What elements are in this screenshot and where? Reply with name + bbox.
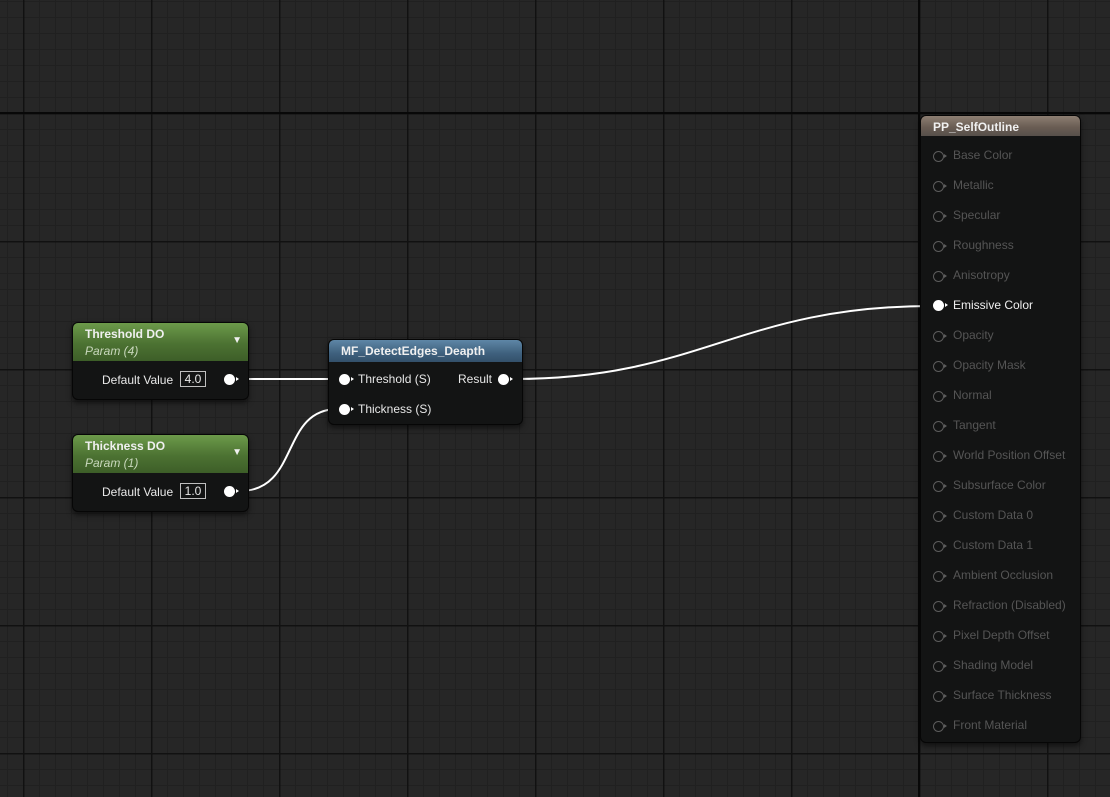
node-header[interactable]: Thickness DO Param (1) ▼	[73, 435, 248, 473]
wire-thickness[interactable]	[239, 408, 339, 492]
node-header[interactable]: Threshold DO Param (4) ▼	[73, 323, 248, 361]
input-label-thickness: Thickness (S)	[358, 402, 432, 416]
input-pin-icon[interactable]	[933, 451, 947, 462]
default-value-row: Default Value 1.0	[73, 473, 248, 511]
input-pin-icon[interactable]	[933, 241, 947, 252]
input-pin-threshold-icon[interactable]	[339, 374, 354, 385]
material-pin-label: Custom Data 1	[953, 538, 1034, 552]
material-result-node[interactable]: PP_SelfOutline Base Color Metallic Specula…	[920, 115, 1081, 743]
input-pin-icon[interactable]	[933, 271, 947, 282]
input-pin-icon[interactable]	[933, 541, 947, 552]
wire-result[interactable]	[513, 305, 933, 380]
material-pin-label: Normal	[953, 388, 992, 402]
output-label-result: Result	[458, 372, 493, 386]
node-subtitle: Param (1)	[85, 456, 139, 470]
material-pin-label: Opacity	[953, 328, 994, 342]
threshold-param-node[interactable]: Threshold DO Param (4) ▼ Default Value 4…	[72, 322, 249, 400]
material-pin-label: Anisotropy	[953, 268, 1010, 282]
input-pin-icon[interactable]	[933, 421, 947, 432]
chevron-down-icon[interactable]: ▼	[232, 447, 242, 458]
material-pin-label: Emissive Color	[953, 298, 1034, 312]
material-pin-label: Opacity Mask	[953, 358, 1026, 372]
node-subtitle: Param (4)	[85, 344, 139, 358]
default-value-field[interactable]: 4.0	[180, 371, 206, 387]
input-pin-icon[interactable]	[933, 721, 947, 732]
node-title: Threshold DO	[85, 327, 165, 341]
function-node-detect-edges[interactable]: MF_DetectEdges_Deapth Threshold (S) Resu…	[328, 339, 523, 425]
material-pin-label: Roughness	[953, 238, 1014, 252]
node-header[interactable]: PP_SelfOutline	[921, 116, 1080, 136]
input-pin-icon[interactable]	[933, 571, 947, 582]
default-value-field[interactable]: 1.0	[180, 483, 206, 499]
input-pin-icon[interactable]	[933, 691, 947, 702]
input-pin-icon[interactable]	[933, 331, 947, 342]
input-pin-icon[interactable]	[933, 181, 947, 192]
input-pin-icon[interactable]	[933, 511, 947, 522]
thickness-param-node[interactable]: Thickness DO Param (1) ▼ Default Value 1…	[72, 434, 249, 512]
material-pin-label: Base Color	[953, 148, 1013, 162]
output-pin-icon[interactable]	[224, 374, 239, 385]
output-pin-icon[interactable]	[224, 486, 239, 497]
output-pin-result-icon[interactable]	[498, 374, 513, 385]
input-pin-icon[interactable]	[933, 661, 947, 672]
material-pin-label: Surface Thickness	[953, 688, 1052, 702]
input-pin-icon[interactable]	[933, 361, 947, 372]
material-pin-label: Subsurface Color	[953, 478, 1046, 492]
node-header[interactable]: MF_DetectEdges_Deapth	[329, 340, 522, 362]
material-pin-label: Ambient Occlusion	[953, 568, 1054, 582]
input-pin-thickness-icon[interactable]	[339, 404, 354, 415]
node-title: MF_DetectEdges_Deapth	[341, 344, 486, 358]
input-pin-icon[interactable]	[933, 481, 947, 492]
node-title: Thickness DO	[85, 439, 166, 453]
input-pin-icon[interactable]	[933, 211, 947, 222]
default-value-row: Default Value 4.0	[73, 361, 248, 399]
input-label-threshold: Threshold (S)	[358, 372, 431, 386]
material-pin-label: World Position Offset	[953, 448, 1066, 462]
material-pin-label: Front Material	[953, 718, 1028, 732]
material-pin-label: Metallic	[953, 178, 994, 192]
material-pin-label: Refraction (Disabled)	[953, 598, 1066, 612]
grid-axis-horizontal	[0, 112, 1110, 114]
input-pin-icon[interactable]	[933, 391, 947, 402]
input-pin-icon[interactable]	[933, 631, 947, 642]
node-title: PP_SelfOutline	[933, 120, 1020, 134]
input-pin-icon[interactable]	[933, 601, 947, 612]
material-pin-label: Shading Model	[953, 658, 1034, 672]
material-pin-label: Custom Data 0	[953, 508, 1034, 522]
material-pin-label: Pixel Depth Offset	[953, 628, 1050, 642]
chevron-down-icon[interactable]: ▼	[232, 335, 242, 346]
input-pin-icon[interactable]	[933, 300, 948, 311]
default-value-label: Default Value	[102, 373, 174, 387]
default-value-label: Default Value	[102, 485, 174, 499]
material-pin-label: Specular	[953, 208, 1001, 222]
input-pin-icon[interactable]	[933, 151, 947, 162]
material-pin-label: Tangent	[953, 418, 996, 432]
